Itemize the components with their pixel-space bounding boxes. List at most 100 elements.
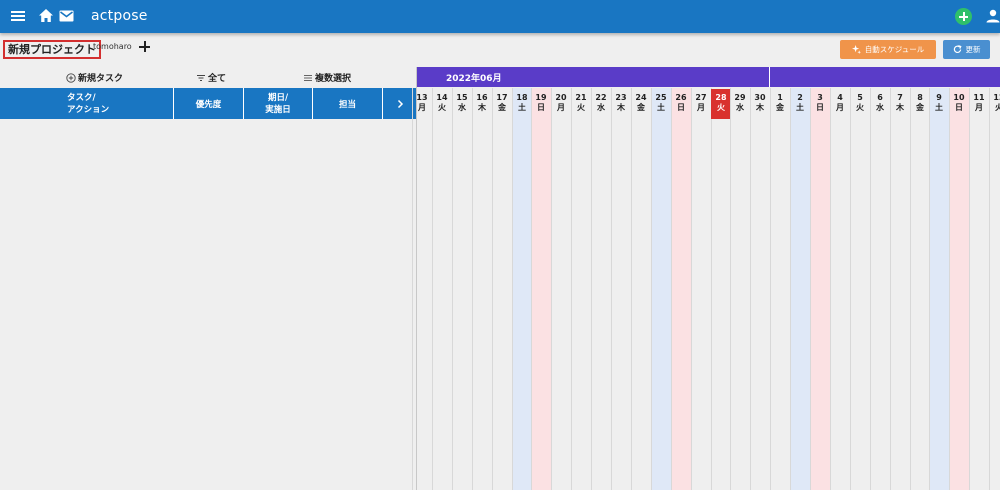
gantt-day-number: 2	[797, 93, 803, 102]
new-task-button[interactable]: 新規タスク	[66, 71, 123, 84]
refresh-button[interactable]: 更新	[943, 40, 990, 59]
gantt-day-number: 11	[973, 93, 985, 102]
gantt-day-number: 14	[436, 93, 448, 102]
gantt-day-today: 28 火	[711, 89, 731, 119]
gantt-day-label: 2土	[790, 93, 810, 113]
gantt-day-column[interactable]	[432, 88, 452, 490]
gantt-day-column[interactable]	[412, 88, 432, 490]
gantt-day-weekday: 日	[537, 103, 545, 112]
gantt-day-column[interactable]	[810, 88, 830, 490]
column-assignee[interactable]: 担当	[313, 88, 383, 119]
gantt-day-label: 13 月	[412, 93, 432, 113]
gantt-day-weekday: 日	[677, 103, 685, 112]
gantt-day-label: 7木	[890, 93, 910, 113]
column-due[interactable]: 期日/実施日	[244, 88, 313, 119]
gantt-day-weekday: 土	[657, 103, 665, 112]
gantt-day-number: 9	[936, 93, 942, 102]
gantt-day-weekday: 火	[856, 103, 864, 112]
new-task-label: 新規タスク	[78, 74, 124, 84]
menu-icon[interactable]	[10, 8, 28, 24]
gantt-day-weekday: 火	[577, 103, 585, 112]
gantt-day-number: 29	[734, 93, 746, 102]
gantt-day-column[interactable]	[551, 88, 571, 490]
gantt-day-label: 27 月	[691, 93, 711, 113]
gantt-day-number: 28	[715, 93, 727, 102]
gantt-day-number: 21	[575, 93, 587, 102]
gantt-day-column[interactable]	[770, 88, 790, 490]
add-circle-icon[interactable]	[955, 8, 972, 25]
gantt-day-weekday: 月	[836, 103, 844, 112]
gantt-day-column[interactable]	[750, 88, 770, 490]
gantt-day-label: 17 金	[492, 93, 512, 113]
gantt-day-number: 19	[535, 93, 547, 102]
gantt-day-weekday: 土	[518, 103, 526, 112]
gantt-day-column[interactable]	[611, 88, 631, 490]
gantt-day-column[interactable]	[910, 88, 930, 490]
gantt-day-label: 3日	[810, 93, 830, 113]
gantt-day-column[interactable]	[989, 88, 1000, 490]
gantt-day-number: 4	[837, 93, 843, 102]
gantt-day-column[interactable]	[730, 88, 750, 490]
gantt-day-number: 16	[476, 93, 488, 102]
add-project-icon[interactable]	[138, 40, 152, 54]
gantt-day-column[interactable]	[850, 88, 870, 490]
gantt-day-column[interactable]	[631, 88, 651, 490]
gantt-day-column[interactable]	[531, 88, 551, 490]
auto-schedule-label: 自動スケジュール	[864, 45, 925, 54]
filter-button[interactable]: 全て	[196, 71, 226, 84]
refresh-label: 更新	[965, 45, 981, 54]
project-user[interactable]: tomoharo	[93, 42, 132, 51]
gantt-day-label: 4月	[830, 93, 850, 113]
account-icon[interactable]	[986, 8, 1000, 24]
gantt-day-weekday: 金	[776, 103, 784, 112]
gantt-day-label: 15 水	[452, 93, 472, 113]
gantt-day-weekday: 月	[697, 103, 705, 112]
gantt-day-column[interactable]	[830, 88, 850, 490]
gantt-day-label: 16 木	[472, 93, 492, 113]
gantt-day-column[interactable]	[591, 88, 611, 490]
gantt-day-column[interactable]	[512, 88, 532, 490]
column-priority[interactable]: 優先度	[174, 88, 244, 119]
gantt-day-column[interactable]	[452, 88, 472, 490]
month-header	[417, 67, 1000, 87]
gantt-day-label: 8金	[910, 93, 930, 113]
column-due-line2: 実施日	[265, 104, 291, 115]
gantt-day-column[interactable]	[711, 88, 731, 490]
gantt-day-label: 10 日	[949, 93, 969, 113]
gantt-day-column[interactable]	[492, 88, 512, 490]
app-title[interactable]: actpose	[91, 8, 148, 24]
gantt-day-number: 26	[675, 93, 687, 102]
gantt-day-label: 21 火	[571, 93, 591, 113]
gantt-day-number: 8	[917, 93, 923, 102]
gantt-day-weekday: 日	[955, 103, 963, 112]
gantt-day-column[interactable]	[691, 88, 711, 490]
gantt-day-weekday: 月	[557, 103, 565, 112]
gantt-day-column[interactable]	[472, 88, 492, 490]
gantt-day-column[interactable]	[870, 88, 890, 490]
gantt-day-number: 13	[416, 93, 428, 102]
gantt-day-column[interactable]	[571, 88, 591, 490]
gantt-day-column[interactable]	[671, 88, 691, 490]
gantt-day-number: 15	[456, 93, 468, 102]
gantt-day-column[interactable]	[949, 88, 969, 490]
chevron-right-icon	[397, 99, 404, 108]
project-name[interactable]: 新規プロジェクト	[3, 40, 101, 59]
gantt-day-label: 6水	[870, 93, 890, 113]
gantt-day-column[interactable]	[890, 88, 910, 490]
gantt-day-label: 22 水	[591, 93, 611, 113]
gantt-day-column[interactable]	[969, 88, 989, 490]
column-task-line1: タスク/	[67, 92, 96, 103]
multi-select-button[interactable]: 複数選択	[303, 71, 351, 84]
gantt-day-weekday: 月	[418, 103, 426, 112]
gantt-day-weekday: 金	[498, 103, 506, 112]
column-task[interactable]: タスク/アクション	[0, 88, 174, 119]
gantt-day-weekday: 日	[816, 103, 824, 112]
gantt-day-number: 6	[877, 93, 883, 102]
gantt-day-column[interactable]	[651, 88, 671, 490]
sparkle-icon	[851, 45, 861, 54]
mail-icon[interactable]	[58, 8, 76, 24]
gantt-day-column[interactable]	[790, 88, 810, 490]
auto-schedule-button[interactable]: 自動スケジュール	[840, 40, 936, 59]
gantt-day-column[interactable]	[929, 88, 949, 490]
home-icon[interactable]	[37, 8, 55, 24]
